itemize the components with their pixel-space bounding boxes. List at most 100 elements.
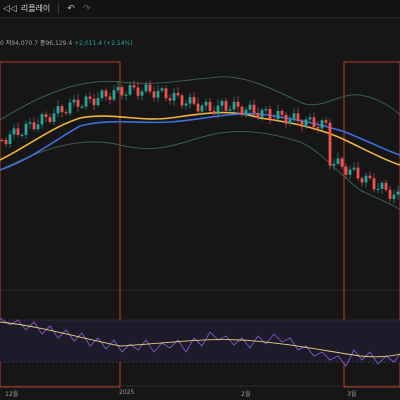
candle-body bbox=[120, 87, 124, 96]
candle-body bbox=[144, 84, 148, 92]
candle-body bbox=[80, 106, 84, 108]
candle-body bbox=[236, 101, 240, 107]
candle-body bbox=[12, 128, 16, 135]
candle-body bbox=[304, 119, 308, 127]
chart-canvas[interactable] bbox=[0, 0, 400, 400]
candle-body bbox=[16, 128, 20, 135]
candle-body bbox=[72, 99, 76, 103]
candle-body bbox=[164, 88, 168, 99]
candle-body bbox=[44, 114, 48, 118]
candle-body bbox=[112, 90, 116, 100]
candle-body bbox=[176, 92, 180, 96]
candle-body bbox=[348, 169, 352, 175]
candle-body bbox=[24, 123, 28, 135]
candle-body bbox=[316, 127, 320, 129]
candle-body bbox=[276, 110, 280, 119]
candle-body bbox=[228, 109, 232, 111]
candle-body bbox=[392, 194, 396, 199]
candle-body bbox=[260, 109, 264, 118]
candle-body bbox=[76, 99, 80, 107]
candle-body bbox=[332, 163, 336, 166]
candle-body bbox=[148, 84, 152, 92]
candle-body bbox=[48, 117, 52, 122]
candle-body bbox=[216, 105, 220, 115]
candle-body bbox=[352, 167, 356, 170]
candle-body bbox=[108, 96, 112, 100]
candle-body bbox=[268, 109, 272, 119]
candle-body bbox=[168, 98, 172, 101]
x-label-2025: 2025 bbox=[119, 389, 135, 396]
candle-body bbox=[324, 120, 328, 123]
candle-body bbox=[20, 134, 24, 136]
candlesticks bbox=[0, 80, 400, 203]
candle-body bbox=[340, 158, 344, 167]
rsi-panel bbox=[0, 317, 400, 367]
candle-body bbox=[308, 117, 312, 120]
candle-body bbox=[296, 113, 300, 122]
candle-body bbox=[224, 100, 228, 111]
candle-body bbox=[288, 119, 292, 124]
bollinger-bands bbox=[0, 76, 400, 211]
moving-averages bbox=[0, 111, 400, 171]
candle-body bbox=[284, 114, 288, 124]
candle-body bbox=[248, 104, 252, 110]
candle-body bbox=[84, 96, 88, 107]
candle-body bbox=[384, 182, 388, 190]
candle-body bbox=[192, 97, 196, 104]
candle-body bbox=[156, 90, 160, 98]
candle-body bbox=[64, 112, 68, 114]
candle-body bbox=[52, 113, 56, 122]
candle-body bbox=[68, 102, 72, 114]
candle-body bbox=[40, 114, 44, 125]
candle-body bbox=[152, 91, 156, 98]
candle-body bbox=[132, 85, 136, 88]
candle-body bbox=[208, 101, 212, 111]
candle-body bbox=[124, 94, 128, 96]
candle-body bbox=[320, 120, 324, 129]
candle-body bbox=[32, 122, 36, 130]
candle-body bbox=[256, 113, 260, 118]
candle-body bbox=[100, 90, 104, 99]
candle-body bbox=[196, 103, 200, 112]
candle-body bbox=[200, 105, 204, 112]
candle-body bbox=[280, 110, 284, 115]
candle-body bbox=[356, 167, 360, 179]
candle-body bbox=[360, 178, 364, 183]
candle-body bbox=[300, 121, 304, 127]
candle-body bbox=[372, 178, 376, 190]
candle-body bbox=[292, 113, 296, 120]
candle-body bbox=[172, 92, 176, 101]
candle-body bbox=[60, 106, 64, 113]
candle-body bbox=[380, 182, 384, 189]
candle-body bbox=[188, 97, 192, 104]
candle-body bbox=[96, 98, 100, 106]
candle-body bbox=[184, 103, 188, 106]
candle-body bbox=[212, 110, 216, 115]
x-label-dec: 12월 bbox=[5, 391, 19, 398]
candle-body bbox=[140, 91, 144, 96]
candle-body bbox=[240, 106, 244, 115]
candle-body bbox=[116, 87, 120, 91]
candle-body bbox=[368, 175, 372, 179]
candle-body bbox=[180, 95, 184, 106]
candle-body bbox=[364, 175, 368, 183]
candle-body bbox=[0, 140, 4, 142]
candle-body bbox=[252, 104, 256, 114]
candle-body bbox=[264, 109, 268, 111]
candle-body bbox=[104, 90, 108, 97]
candle-body bbox=[232, 101, 236, 110]
candle-body bbox=[344, 166, 348, 175]
candle-body bbox=[56, 106, 60, 114]
candle-body bbox=[272, 118, 276, 121]
candle-body bbox=[160, 88, 164, 91]
candle-body bbox=[136, 87, 140, 96]
candle-body bbox=[388, 189, 392, 199]
candle-body bbox=[376, 188, 380, 191]
candle-body bbox=[336, 158, 340, 164]
candle-body bbox=[396, 191, 400, 195]
candle-body bbox=[4, 140, 8, 144]
candle-body bbox=[220, 100, 224, 106]
x-label-feb: 2월 bbox=[241, 391, 251, 398]
candle-body bbox=[88, 96, 92, 99]
candle-body bbox=[92, 98, 96, 106]
